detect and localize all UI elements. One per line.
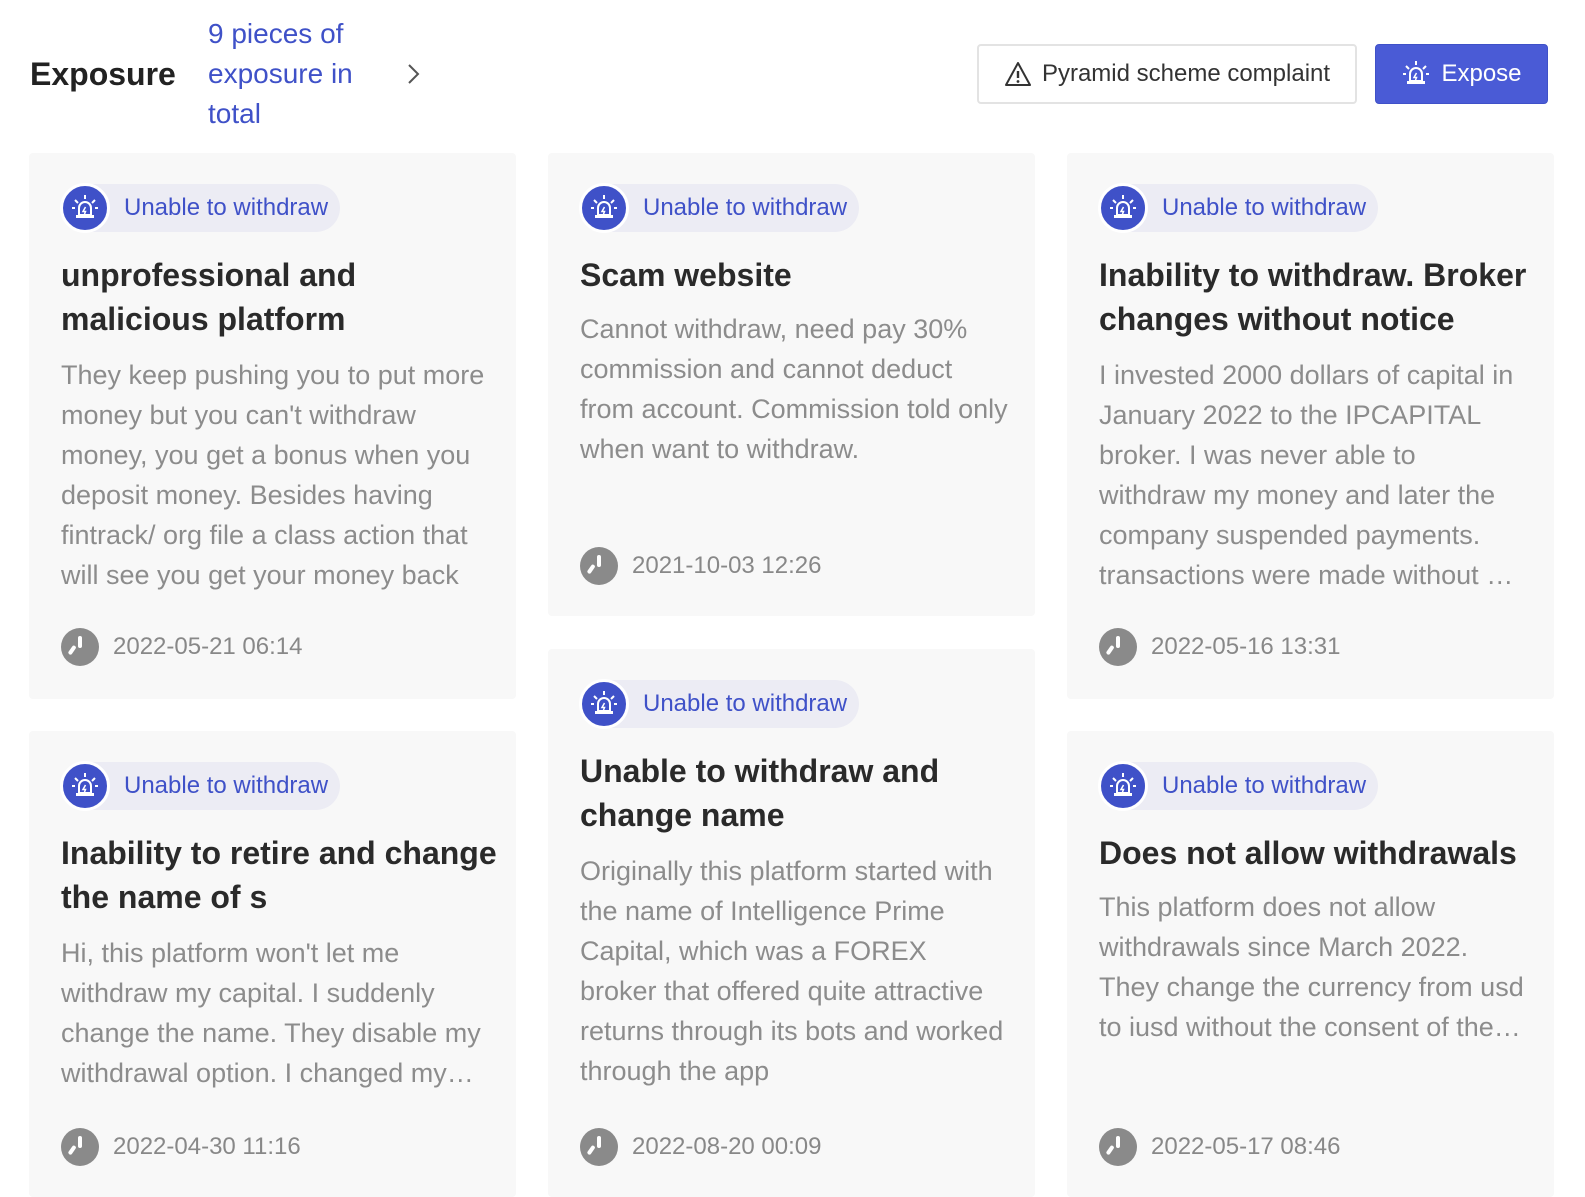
expose-button-label: Expose (1441, 60, 1522, 87)
clock-icon (580, 547, 618, 585)
timestamp-text: 2021-10-03 12:26 (632, 552, 822, 579)
tag-label: Unable to withdraw (643, 194, 848, 221)
card-title: Unable to withdraw and change name (580, 753, 940, 833)
complaint-button-label: Pyramid scheme complaint (1041, 60, 1331, 87)
exposure-card[interactable]: Unable to withdraw Inability to retire a… (29, 731, 516, 1197)
exposure-card[interactable]: Unable to withdraw unprofessional and ma… (29, 153, 516, 699)
card-title: Scam website (580, 257, 792, 293)
card-timestamp: 2022-04-30 11:16 (61, 1128, 301, 1166)
page-title: Exposure (30, 56, 176, 92)
category-tag: Unable to withdraw (1098, 183, 1379, 233)
clock-icon (1099, 628, 1137, 666)
exposure-card[interactable]: Unable to withdraw Does not allow withdr… (1067, 731, 1554, 1197)
alarm-light-icon (579, 679, 629, 729)
tag-label: Unable to withdraw (643, 690, 848, 717)
chevron-right-icon[interactable] (402, 62, 426, 86)
category-tag: Unable to withdraw (60, 761, 341, 811)
timestamp-text: 2022-05-21 06:14 (113, 633, 303, 660)
timestamp-text: 2022-05-17 08:46 (1151, 1133, 1341, 1160)
tag-label: Unable to withdraw (1162, 194, 1367, 221)
exposure-card[interactable]: Unable to withdraw Scam website Cannot w… (548, 153, 1035, 616)
card-description: Originally this platform started with th… (580, 856, 1004, 1086)
card-title: unprofessional and malicious platform (61, 257, 357, 337)
category-tag: Unable to withdraw (1098, 761, 1379, 811)
alarm-light-icon (1098, 761, 1148, 811)
card-title: Inability to withdraw. Broker changes wi… (1099, 257, 1527, 337)
timestamp-text: 2022-05-16 13:31 (1151, 633, 1341, 660)
card-description: I invested 2000 dollars of capital in Ja… (1099, 360, 1523, 590)
card-timestamp: 2022-08-20 00:09 (580, 1128, 822, 1166)
exposure-card[interactable]: Unable to withdraw Inability to withdraw… (1067, 153, 1554, 699)
card-title: Does not allow withdrawals (1099, 835, 1517, 871)
pyramid-scheme-complaint-button[interactable]: Pyramid scheme complaint (977, 44, 1357, 104)
alarm-light-icon (60, 761, 110, 811)
card-timestamp: 2022-05-16 13:31 (1099, 628, 1341, 666)
card-timestamp: 2022-05-17 08:46 (1099, 1128, 1341, 1166)
category-tag: Unable to withdraw (60, 183, 341, 233)
alarm-light-icon (1098, 183, 1148, 233)
clock-icon (61, 1128, 99, 1166)
category-tag: Unable to withdraw (579, 183, 860, 233)
expose-button[interactable]: Expose (1375, 44, 1548, 104)
timestamp-text: 2022-08-20 00:09 (632, 1133, 822, 1160)
card-title: Inability to retire and change the name … (61, 835, 497, 915)
card-description: Hi, this platform won't let me withdraw … (61, 938, 481, 1088)
card-description: Cannot withdraw, need pay 30% commission… (580, 314, 1008, 464)
alarm-light-icon (1403, 61, 1430, 84)
category-tag: Unable to withdraw (579, 679, 860, 729)
clock-icon (61, 628, 99, 666)
tag-label: Unable to withdraw (124, 772, 329, 799)
card-description: This platform does not allow withdrawals… (1099, 892, 1524, 1042)
exposure-header: Exposure 9 pieces of exposure in total P… (0, 0, 1585, 140)
timestamp-text: 2022-04-30 11:16 (113, 1133, 301, 1160)
tag-label: Unable to withdraw (1162, 772, 1367, 799)
card-timestamp: 2021-10-03 12:26 (580, 547, 822, 585)
clock-icon (580, 1128, 618, 1166)
exposure-card[interactable]: Unable to withdraw Unable to withdraw an… (548, 649, 1035, 1197)
alarm-light-icon (60, 183, 110, 233)
tag-label: Unable to withdraw (124, 194, 329, 221)
warning-triangle-icon (1004, 62, 1031, 86)
card-description: They keep pushing you to put more money … (61, 360, 485, 590)
alarm-light-icon (579, 183, 629, 233)
clock-icon (1099, 1128, 1137, 1166)
card-timestamp: 2022-05-21 06:14 (61, 628, 303, 666)
exposure-count-link[interactable]: 9 pieces of exposure in total (208, 14, 398, 134)
